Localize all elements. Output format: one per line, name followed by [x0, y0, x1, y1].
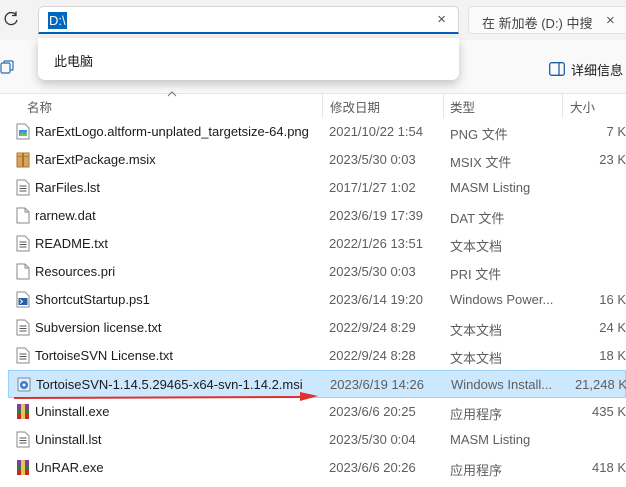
column-type[interactable]: 类型 — [450, 97, 475, 116]
column-divider[interactable] — [322, 94, 323, 118]
address-input[interactable]: D:\ × — [38, 6, 459, 34]
file-row[interactable]: Subversion license.txt 2022/9/24 8:29 文本文档… — [8, 314, 626, 342]
sort-ascending-icon — [167, 91, 177, 97]
file-size: 418 K — [592, 460, 626, 475]
file-name: README.txt — [35, 236, 108, 251]
text-file-icon — [16, 235, 30, 252]
details-pane-icon — [549, 62, 565, 76]
powershell-file-icon — [16, 291, 30, 308]
file-type: 文本文档 — [450, 351, 503, 366]
address-bar-area: D:\ × 在 新加卷 (D:) 中搜 × — [0, 0, 626, 40]
file-row[interactable]: RarExtPackage.msix 2023/5/30 0:03 MSIX 文件 2… — [8, 146, 626, 174]
file-name: UnRAR.exe — [35, 460, 104, 475]
file-name: RarFiles.lst — [35, 180, 101, 195]
file-size: 21,248 K — [574, 377, 626, 392]
file-type: DAT 文件 — [450, 211, 505, 226]
file-date: 2022/9/24 8:29 — [329, 320, 416, 335]
file-name: Subversion license.txt — [35, 320, 162, 335]
file-size: 23 K — [599, 152, 626, 167]
text-file-icon — [16, 179, 30, 196]
clear-search-icon[interactable]: × — [606, 11, 615, 31]
file-row[interactable]: RarFiles.lst 2017/1/27 1:02 MASM Listing — [8, 174, 626, 202]
file-name: TortoiseSVN License.txt — [35, 348, 174, 363]
file-date: 2023/6/6 20:26 — [329, 460, 416, 475]
text-file-icon — [16, 431, 30, 448]
file-type: 文本文档 — [450, 239, 503, 254]
winrar-exe-icon — [17, 404, 29, 419]
file-type: MASM Listing — [450, 432, 531, 447]
search-input[interactable]: 在 新加卷 (D:) 中搜 × — [468, 6, 626, 34]
file-type: Windows Power... — [450, 292, 554, 307]
file-date: 2021/10/22 1:54 — [329, 124, 423, 139]
file-type: Windows Install... — [451, 377, 553, 392]
package-file-icon — [16, 152, 30, 168]
text-file-icon — [16, 347, 30, 364]
file-size: 18 K — [599, 348, 626, 363]
file-row[interactable]: README.txt 2022/1/26 13:51 文本文档 — [8, 230, 626, 258]
file-row[interactable]: rarnew.dat 2023/6/19 17:39 DAT 文件 — [8, 202, 626, 230]
file-date: 2023/6/14 19:20 — [329, 292, 423, 307]
file-name: Resources.pri — [35, 264, 116, 279]
file-name: Uninstall.lst — [35, 432, 102, 447]
file-row[interactable]: Uninstall.exe 2023/6/6 20:25 应用程序 435 K — [8, 398, 626, 426]
file-size: 16 K — [599, 292, 626, 307]
file-type: PNG 文件 — [450, 127, 508, 142]
installer-file-icon — [17, 377, 31, 392]
address-input-value[interactable]: D:\ — [48, 12, 67, 29]
file-name: rarnew.dat — [35, 208, 96, 223]
column-size[interactable]: 大小 — [570, 97, 595, 116]
file-row[interactable]: Resources.pri 2023/5/30 0:03 PRI 文件 — [8, 258, 626, 286]
column-divider[interactable] — [562, 94, 563, 118]
file-name: RarExtPackage.msix — [35, 152, 156, 167]
file-date: 2023/5/30 0:04 — [329, 432, 416, 447]
column-name[interactable]: 名称 — [27, 97, 52, 116]
file-date: 2022/9/24 8:28 — [329, 348, 416, 363]
file-name: Uninstall.exe — [35, 404, 110, 419]
file-date: 2023/5/30 0:03 — [329, 264, 416, 279]
file-type: MSIX 文件 — [450, 155, 512, 170]
refresh-icon[interactable] — [2, 10, 20, 28]
file-size: 24 K — [599, 320, 626, 335]
file-row[interactable]: UnRAR.exe 2023/6/6 20:26 应用程序 418 K — [8, 454, 626, 482]
file-row[interactable]: TortoiseSVN License.txt 2022/9/24 8:28 文本文… — [8, 342, 626, 370]
file-size: 7 K — [606, 124, 626, 139]
file-date: 2023/6/19 14:26 — [330, 377, 424, 392]
file-row[interactable]: ShortcutStartup.ps1 2023/6/14 19:20 Window… — [8, 286, 626, 314]
text-file-icon — [16, 319, 30, 336]
column-divider[interactable] — [443, 94, 444, 118]
copy-icon[interactable] — [0, 60, 14, 74]
file-row[interactable]: TortoiseSVN-1.14.5.29465-x64-svn-1.14.2.… — [8, 370, 626, 398]
file-size: 435 K — [592, 404, 626, 419]
winrar-exe-icon — [17, 460, 29, 475]
search-placeholder: 在 新加卷 (D:) 中搜 — [482, 16, 593, 31]
column-date[interactable]: 修改日期 — [330, 97, 380, 116]
suggestion-this-pc[interactable]: 此电脑 — [54, 51, 93, 70]
file-type: 应用程序 — [450, 463, 503, 478]
clear-address-icon[interactable]: × — [437, 10, 446, 30]
file-type: 文本文档 — [450, 323, 503, 338]
file-name: TortoiseSVN-1.14.5.29465-x64-svn-1.14.2.… — [36, 377, 303, 392]
details-pane-label: 详细信息 — [571, 62, 624, 78]
file-date: 2022/1/26 13:51 — [329, 236, 423, 251]
file-type: 应用程序 — [450, 407, 503, 422]
file-date: 2017/1/27 1:02 — [329, 180, 416, 195]
file-name: RarExtLogo.altform-unplated_targetsize-6… — [35, 124, 309, 139]
file-date: 2023/6/6 20:25 — [329, 404, 416, 419]
file-name: ShortcutStartup.ps1 — [35, 292, 150, 307]
file-type: MASM Listing — [450, 180, 531, 195]
blank-file-icon — [16, 207, 30, 224]
address-suggestion-dropdown: 此电脑 — [38, 38, 459, 80]
file-date: 2023/6/19 17:39 — [329, 208, 423, 223]
file-row[interactable]: Uninstall.lst 2023/5/30 0:04 MASM Listing — [8, 426, 626, 454]
file-type: PRI 文件 — [450, 267, 502, 282]
image-file-icon — [16, 123, 30, 140]
file-date: 2023/5/30 0:03 — [329, 152, 416, 167]
column-header: 名称 修改日期 类型 大小 — [0, 91, 626, 118]
file-row[interactable]: RarExtLogo.altform-unplated_targetsize-6… — [8, 118, 626, 146]
blank-file-icon — [16, 263, 30, 280]
details-pane-button[interactable]: 详细信息 — [549, 60, 623, 78]
